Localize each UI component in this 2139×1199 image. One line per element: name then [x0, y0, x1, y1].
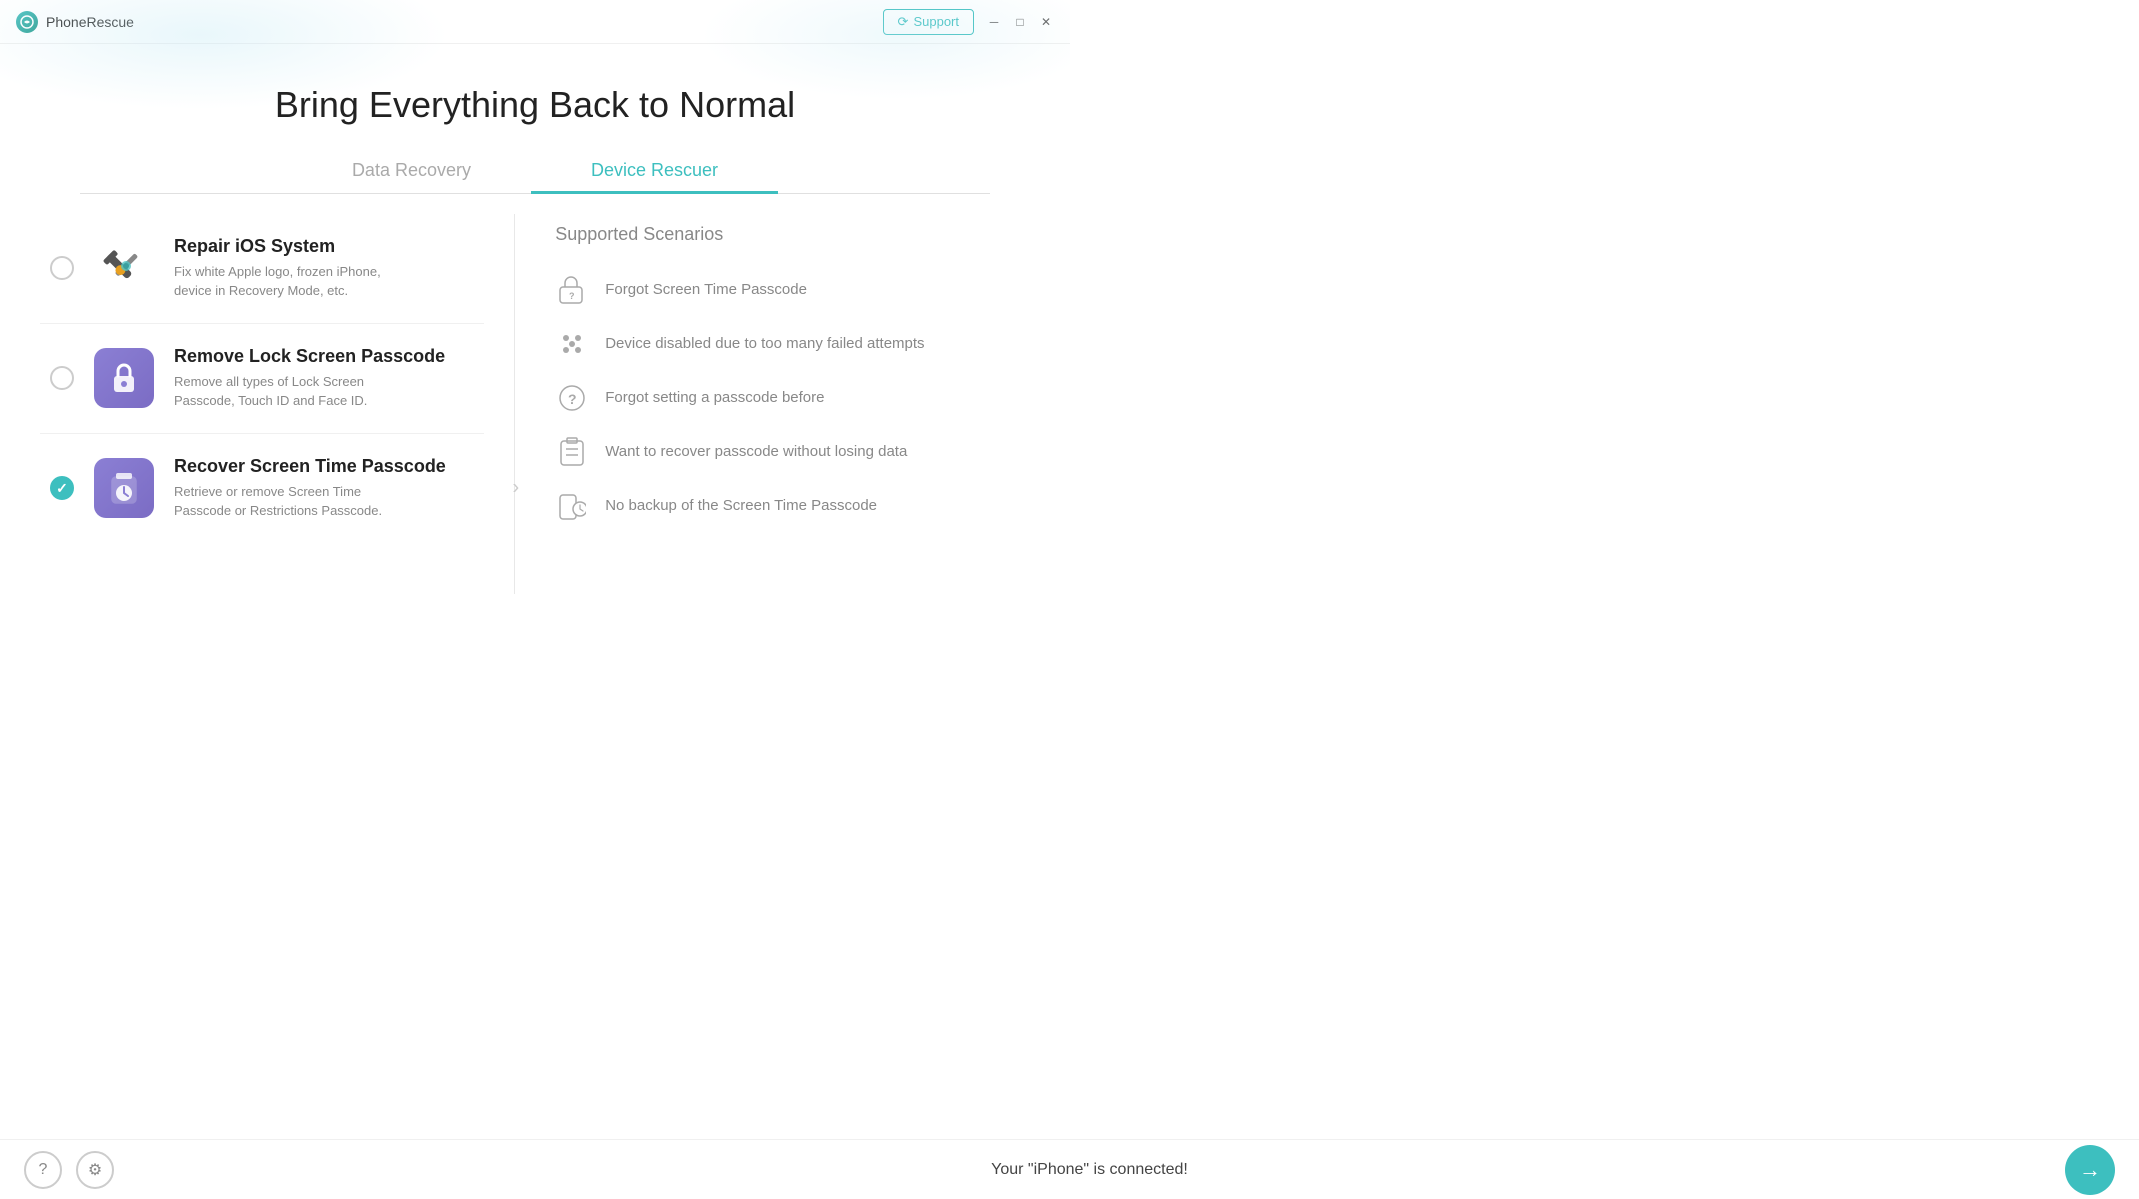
option-repair-ios-text: Repair iOS System Fix white Apple logo, …: [174, 236, 381, 301]
option-repair-ios-desc: Fix white Apple logo, frozen iPhone,devi…: [174, 262, 381, 301]
right-panel: Supported Scenarios ? Forgot Screen Time…: [515, 214, 1030, 594]
options-panel: Repair iOS System Fix white Apple logo, …: [40, 214, 515, 594]
footer-status: Your "iPhone" is connected!: [991, 1161, 1188, 1179]
hero-title: Bring Everything Back to Normal: [0, 64, 1070, 150]
scenario-icon-lock-question: ?: [555, 273, 589, 307]
scenario-forgot-screen-time: ? Forgot Screen Time Passcode: [555, 263, 1030, 317]
option-screen-time-text: Recover Screen Time Passcode Retrieve or…: [174, 456, 446, 521]
footer: ? ⚙ Your "iPhone" is connected! →: [0, 1139, 2139, 1199]
scenario-forgot-passcode-text: Forgot setting a passcode before: [605, 389, 824, 406]
icon-tools: [94, 238, 154, 298]
option-remove-lock-title: Remove Lock Screen Passcode: [174, 346, 445, 367]
app-branding: PhoneRescue: [16, 11, 134, 33]
scenario-no-data-loss-text: Want to recover passcode without losing …: [605, 443, 907, 460]
scenario-device-disabled: Device disabled due to too many failed a…: [555, 317, 1030, 371]
scenario-forgot-passcode: ? Forgot setting a passcode before: [555, 371, 1030, 425]
app-logo: [16, 11, 38, 33]
tab-device-rescuer[interactable]: Device Rescuer: [531, 150, 778, 194]
next-button[interactable]: →: [2065, 1145, 2115, 1195]
settings-button[interactable]: ⚙: [76, 1151, 114, 1189]
scenarios-title: Supported Scenarios: [555, 224, 1030, 245]
option-repair-ios[interactable]: Repair iOS System Fix white Apple logo, …: [40, 214, 484, 323]
scenario-icon-dots: [555, 327, 589, 361]
scenario-icon-question: ?: [555, 381, 589, 415]
title-bar-controls: ⟳ Support ─ □ ✕: [883, 9, 1054, 35]
scenario-icon-clipboard: [555, 435, 589, 469]
option-screen-time-desc: Retrieve or remove Screen TimePasscode o…: [174, 482, 446, 521]
scenario-device-disabled-text: Device disabled due to too many failed a…: [605, 335, 924, 352]
help-icon: ?: [39, 1161, 48, 1179]
option-remove-lock-text: Remove Lock Screen Passcode Remove all t…: [174, 346, 445, 411]
help-button[interactable]: ?: [24, 1151, 62, 1189]
tab-data-recovery[interactable]: Data Recovery: [292, 150, 531, 194]
tab-bar: Data Recovery Device Rescuer: [80, 150, 990, 194]
title-bar: PhoneRescue ⟳ Support ─ □ ✕: [0, 0, 1070, 44]
content-area: Repair iOS System Fix white Apple logo, …: [0, 194, 1070, 614]
option-screen-time[interactable]: Recover Screen Time Passcode Retrieve or…: [40, 433, 484, 543]
support-button[interactable]: ⟳ Support: [883, 9, 974, 35]
icon-lock: [94, 348, 154, 408]
scenario-no-backup: No backup of the Screen Time Passcode: [555, 479, 1030, 533]
maximize-button[interactable]: □: [1012, 14, 1028, 30]
option-remove-lock-desc: Remove all types of Lock ScreenPasscode,…: [174, 372, 445, 411]
settings-icon: ⚙: [88, 1160, 102, 1180]
scenario-icon-clock-doc: [555, 489, 589, 523]
chevron-right-icon: ›: [513, 477, 520, 500]
scenario-no-backup-text: No backup of the Screen Time Passcode: [605, 497, 877, 514]
scenario-no-data-loss: Want to recover passcode without losing …: [555, 425, 1030, 479]
connection-status: Your "iPhone" is connected!: [991, 1161, 1188, 1178]
radio-repair-ios[interactable]: [50, 256, 74, 280]
radio-remove-lock[interactable]: [50, 366, 74, 390]
option-screen-time-title: Recover Screen Time Passcode: [174, 456, 446, 477]
footer-left-actions: ? ⚙: [24, 1151, 114, 1189]
option-repair-ios-title: Repair iOS System: [174, 236, 381, 257]
window-controls: ─ □ ✕: [986, 14, 1054, 30]
radio-screen-time[interactable]: [50, 476, 74, 500]
svg-text:?: ?: [569, 291, 575, 301]
scenario-forgot-screen-time-text: Forgot Screen Time Passcode: [605, 281, 807, 298]
minimize-button[interactable]: ─: [986, 14, 1002, 30]
support-icon: ⟳: [898, 14, 909, 30]
next-icon: →: [2079, 1157, 2101, 1183]
icon-timer: [94, 458, 154, 518]
close-button[interactable]: ✕: [1038, 14, 1054, 30]
svg-text:?: ?: [568, 391, 577, 407]
main-content: Bring Everything Back to Normal Data Rec…: [0, 44, 1070, 614]
option-remove-lock[interactable]: Remove Lock Screen Passcode Remove all t…: [40, 323, 484, 433]
app-name: PhoneRescue: [46, 14, 134, 30]
